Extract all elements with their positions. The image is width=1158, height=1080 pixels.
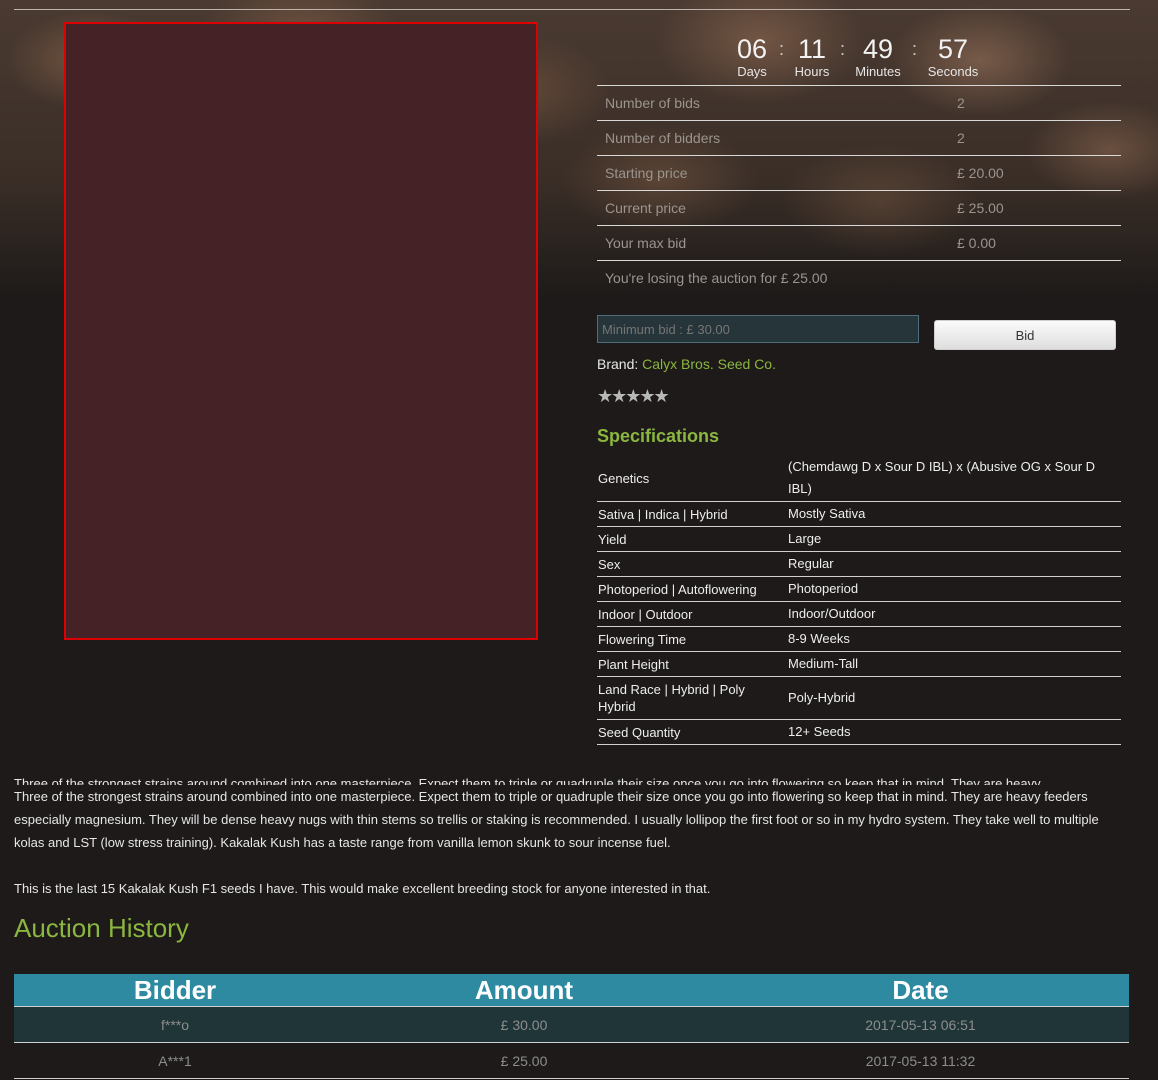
spec-key: Land Race | Hybrid | Poly Hybrid [597,676,787,720]
countdown-hours-label: Hours [794,64,830,79]
description-paragraph: Three of the strongest strains around co… [14,789,1099,850]
spec-key: Sativa | Indica | Hybrid [597,501,787,527]
countdown-minutes-value: 49 [862,34,894,64]
description-clipped-text: Three of the strongest strains around co… [14,776,1041,785]
spec-value: Medium-Tall [787,651,1121,677]
stat-label: Starting price [605,165,688,181]
countdown-seconds-label: Seconds [927,64,979,79]
history-header-date: Date [712,974,1129,1007]
countdown-separator: : [779,39,785,59]
history-row: f***o £ 30.00 2017-05-13 06:51 [14,1006,1129,1043]
history-header-amount: Amount [336,974,712,1007]
history-date: 2017-05-13 11:32 [712,1042,1129,1079]
countdown-hours-value: 11 [797,34,827,64]
top-divider [14,9,1130,10]
stat-row: Number of bidders 2 [597,120,1121,155]
history-date: 2017-05-13 06:51 [712,1006,1129,1043]
bid-button[interactable]: Bid [934,320,1116,350]
countdown-separator: : [840,39,846,59]
stat-label: Your max bid [605,235,687,251]
countdown-days: 06 Days [732,33,772,79]
history-header-row: Bidder Amount Date [14,974,1129,1007]
brand-link[interactable]: Calyx Bros. Seed Co. [642,356,776,372]
description-clipped-line: Three of the strongest strains around co… [14,772,1124,785]
spec-row: Flowering Time 8-9 Weeks [597,626,1121,652]
stat-value: £ 0.00 [957,235,996,251]
auction-status-row: You're losing the auction for £ 25.00 [597,260,1121,295]
spec-value: Photoperiod [787,576,1121,602]
countdown-hours: 11 Hours [790,33,834,79]
countdown-days-label: Days [737,64,767,79]
stat-row: Starting price £ 20.00 [597,155,1121,190]
history-amount: £ 30.00 [336,1006,712,1043]
auction-countdown: 06 Days : 11 Hours : 49 Minutes : 57 Sec… [720,33,1000,83]
countdown-separator: : [912,39,918,59]
rating-stars[interactable]: ★★★★★ [597,386,670,407]
history-bidder: A***1 [14,1042,336,1079]
spec-value: Large [787,526,1121,552]
stat-row: Number of bids 2 [597,85,1121,120]
spec-key: Photoperiod | Autoflowering [597,576,787,602]
spec-key: Plant Height [597,651,787,677]
spec-row: Yield Large [597,526,1121,552]
spec-value: 12+ Seeds [787,719,1121,745]
history-bidder: f***o [14,1006,336,1043]
product-description: Three of the strongest strains around co… [14,772,1124,900]
countdown-seconds: 57 Seconds [923,33,983,79]
countdown-minutes: 49 Minutes [851,33,905,79]
brand-line: Brand: Calyx Bros. Seed Co. [597,356,776,372]
spec-value: Indoor/Outdoor [787,601,1121,627]
auction-stats: Number of bids 2 Number of bidders 2 Sta… [597,85,1121,295]
stat-label: Current price [605,200,686,216]
auction-status-message: You're losing the auction for £ 25.00 [605,270,828,286]
spec-value: (Chemdawg D x Sour D IBL) x (Abusive OG … [787,455,1121,502]
auction-history-table: Bidder Amount Date f***o £ 30.00 2017-05… [14,974,1129,1079]
specifications-table: Genetics (Chemdawg D x Sour D IBL) x (Ab… [597,455,1121,745]
spec-value: 8-9 Weeks [787,626,1121,652]
stat-value: £ 25.00 [957,200,1004,216]
description-paragraph: This is the last 15 Kakalak Kush F1 seed… [14,881,711,896]
spec-value: Poly-Hybrid [787,676,1121,720]
history-row: A***1 £ 25.00 2017-05-13 11:32 [14,1042,1129,1079]
countdown-days-value: 06 [736,34,768,64]
stat-label: Number of bids [605,95,700,111]
spec-row: Genetics (Chemdawg D x Sour D IBL) x (Ab… [597,455,1121,502]
spec-row: Seed Quantity 12+ Seeds [597,719,1121,745]
history-amount: £ 25.00 [336,1042,712,1079]
spec-row: Land Race | Hybrid | Poly Hybrid Poly-Hy… [597,676,1121,720]
spec-row: Sex Regular [597,551,1121,577]
stat-value: £ 20.00 [957,165,1004,181]
spec-key: Yield [597,526,787,552]
stat-label: Number of bidders [605,130,721,146]
countdown-minutes-label: Minutes [855,64,901,79]
bid-amount-input[interactable] [597,315,919,343]
spec-value: Regular [787,551,1121,577]
spec-row: Indoor | Outdoor Indoor/Outdoor [597,601,1121,627]
brand-label: Brand: [597,356,639,372]
spec-key: Flowering Time [597,626,787,652]
stat-value: 2 [957,95,965,111]
spec-row: Photoperiod | Autoflowering Photoperiod [597,576,1121,602]
spec-row: Sativa | Indica | Hybrid Mostly Sativa [597,501,1121,527]
spec-key: Seed Quantity [597,719,787,745]
spec-value: Mostly Sativa [787,501,1121,527]
product-image[interactable] [64,22,538,640]
stat-value: 2 [957,130,965,146]
history-header-bidder: Bidder [14,974,336,1007]
spec-row: Plant Height Medium-Tall [597,651,1121,677]
spec-key: Sex [597,551,787,577]
stat-row: Your max bid £ 0.00 [597,225,1121,260]
spec-key: Indoor | Outdoor [597,601,787,627]
stat-row: Current price £ 25.00 [597,190,1121,225]
auction-history-title: Auction History [14,913,189,943]
spec-key: Genetics [597,455,787,502]
specifications-title: Specifications [597,426,720,446]
countdown-seconds-value: 57 [937,34,969,64]
